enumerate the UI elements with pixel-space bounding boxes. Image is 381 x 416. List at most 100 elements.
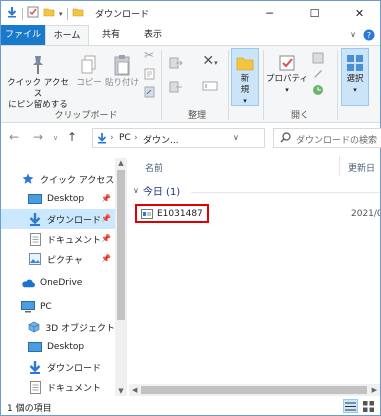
address-dropdown-button[interactable]: ∨	[233, 133, 239, 142]
nav-item-pc-documents[interactable]: ドキュメント	[1, 377, 115, 396]
explorer-window: ▾ ダウンロード ─ ☐ ✕ ファイル ホーム 共有 表示 ∨ ? クイック ア…	[0, 0, 381, 416]
pin-icon	[5, 52, 71, 78]
group-header[interactable]: ∨ 今日 (1)	[133, 183, 180, 198]
nav-item-pc-downloads[interactable]: ダウンロード	[1, 357, 115, 377]
nav-item-downloads[interactable]: ダウンロード 📌	[1, 209, 115, 229]
nav-pc[interactable]: PC	[1, 297, 115, 317]
computer-icon	[21, 301, 35, 313]
ribbon-home: クイック アクセス にピン留めする コピー 貼り付け ✂ クリップボード ✕▾ …	[1, 45, 380, 123]
download-folder-icon	[97, 133, 107, 147]
paste-label: 貼り付け	[105, 78, 140, 88]
delete-x-icon: ✕	[202, 53, 215, 69]
customize-dropdown-icon[interactable]: ▾	[59, 10, 63, 18]
new-folder-icon	[231, 52, 259, 74]
breadcrumb-pc[interactable]: PC	[119, 133, 131, 143]
search-placeholder: ダウンロードの検索	[296, 136, 378, 146]
file-row[interactable]: E1031487	[135, 204, 209, 223]
breadcrumb-folder[interactable]: ダウン...	[143, 133, 179, 146]
tab-file[interactable]: ファイル	[1, 25, 45, 45]
rename-button[interactable]	[199, 80, 221, 96]
cut-button[interactable]: ✂	[141, 49, 157, 63]
nav-item-label: ダウンロード	[47, 363, 102, 374]
desktop-icon	[28, 341, 42, 353]
clipboard-group-label: クリップボード	[54, 111, 118, 121]
help-icon[interactable]: ?	[361, 25, 377, 45]
move-to-button[interactable]	[167, 56, 185, 74]
download-arrow-icon	[6, 6, 18, 21]
column-separator[interactable]	[339, 156, 340, 176]
desktop-icon	[28, 193, 42, 205]
properties-check-icon[interactable]	[27, 6, 39, 21]
open-button[interactable]	[311, 52, 325, 68]
nav-item-label: ドキュメント	[47, 235, 102, 246]
svg-text:?: ?	[367, 31, 371, 40]
up-button[interactable]: ↑	[67, 130, 77, 144]
scroll-up-icon[interactable]: ▲	[115, 159, 127, 167]
scroll-left-icon[interactable]: ◀	[132, 384, 137, 396]
paste-shortcut-button[interactable]	[141, 86, 157, 102]
copy-path-icon	[144, 68, 154, 80]
search-input[interactable]: ダウンロードの検索	[273, 128, 381, 148]
content-scroll-thumb[interactable]	[141, 386, 367, 394]
paste-button[interactable]: 貼り付け	[105, 52, 139, 89]
select-button[interactable]: 選択 ▾	[341, 52, 369, 96]
nav-item-pictures[interactable]: ピクチャ 📌	[1, 249, 115, 269]
scroll-down-icon[interactable]: ▼	[115, 387, 127, 395]
forward-button[interactable]: →	[33, 130, 43, 144]
open-icon	[312, 52, 324, 64]
column-header-date[interactable]: 更新日	[348, 161, 375, 174]
pin-icon[interactable]: 📌	[101, 194, 111, 203]
maximize-button[interactable]: ☐	[292, 1, 337, 25]
select-dropdown-icon: ▾	[353, 86, 357, 94]
copy-button[interactable]: コピー	[75, 52, 103, 89]
collapse-ribbon-icon[interactable]: ∨	[345, 25, 361, 45]
history-icon	[313, 85, 323, 95]
nav-onedrive[interactable]: OneDrive	[1, 273, 115, 293]
edit-button[interactable]	[311, 68, 325, 84]
tab-share[interactable]: 共有	[91, 25, 131, 45]
column-header-name[interactable]: 名前	[145, 161, 163, 174]
ribbon-separator	[263, 50, 264, 120]
address-bar[interactable]: › PC › ダウン... ∨ ↻	[92, 128, 357, 148]
copy-path-button[interactable]	[141, 68, 157, 84]
delete-button[interactable]: ✕▾	[199, 53, 221, 69]
ribbon-separator	[337, 50, 338, 120]
nav-quick-access[interactable]: クイック アクセス	[1, 169, 115, 189]
properties-button[interactable]: プロパティ ▾	[265, 52, 309, 96]
scroll-right-icon[interactable]: ▶	[372, 384, 377, 396]
details-view-button[interactable]	[343, 399, 358, 413]
ribbon-separator	[228, 50, 229, 120]
close-button[interactable]: ✕	[337, 1, 381, 25]
large-icons-view-button[interactable]	[361, 399, 376, 413]
nav-item-pc-desktop[interactable]: Desktop	[1, 337, 115, 357]
tab-view[interactable]: 表示	[133, 25, 173, 45]
navigation-pane: クイック アクセス Desktop 📌 ダウンロード 📌 ドキュメント 📌 ピク…	[1, 158, 127, 396]
pin-icon[interactable]: 📌	[101, 214, 111, 223]
pin-to-quick-access-button[interactable]: クイック アクセス にピン留めする	[5, 52, 71, 111]
back-button[interactable]: ←	[9, 130, 19, 144]
nav-item-documents[interactable]: ドキュメント 📌	[1, 229, 115, 249]
details-view-icon	[345, 402, 356, 410]
minimize-button[interactable]: ─	[247, 1, 292, 25]
new-folder-button[interactable]: 新 規 ▾	[231, 52, 259, 107]
copy-to-button[interactable]	[167, 80, 185, 98]
pin-icon[interactable]: 📌	[101, 254, 111, 263]
nav-item-3d-objects[interactable]: 3D オブジェクト	[1, 317, 115, 337]
nav-item-label: 3D オブジェクト	[45, 323, 115, 334]
file-date: 2021/0	[351, 209, 380, 219]
history-button[interactable]	[311, 84, 325, 100]
back-arrow-icon: ←	[9, 130, 20, 144]
address-bar-row: ← → ∨ ↑ › PC › ダウン... ∨ ↻ ダウンロードの検索	[1, 124, 381, 152]
new-dropdown-icon: ▾	[243, 97, 247, 105]
pin-icon[interactable]: 📌	[101, 234, 111, 243]
new-folder-icon[interactable]	[43, 6, 55, 21]
breadcrumb-separator: ›	[110, 133, 114, 143]
nav-scroll-thumb[interactable]	[117, 170, 125, 320]
nav-scrollbar[interactable]: ▲ ▼	[115, 158, 127, 396]
properties-label: プロパティ	[266, 74, 308, 84]
nav-item-desktop[interactable]: Desktop 📌	[1, 189, 115, 209]
tab-home[interactable]: ホーム	[45, 25, 89, 46]
content-scrollbar[interactable]: ◀ ▶	[129, 384, 380, 396]
move-to-icon	[169, 57, 183, 69]
recent-locations-button[interactable]: ∨	[53, 134, 58, 142]
